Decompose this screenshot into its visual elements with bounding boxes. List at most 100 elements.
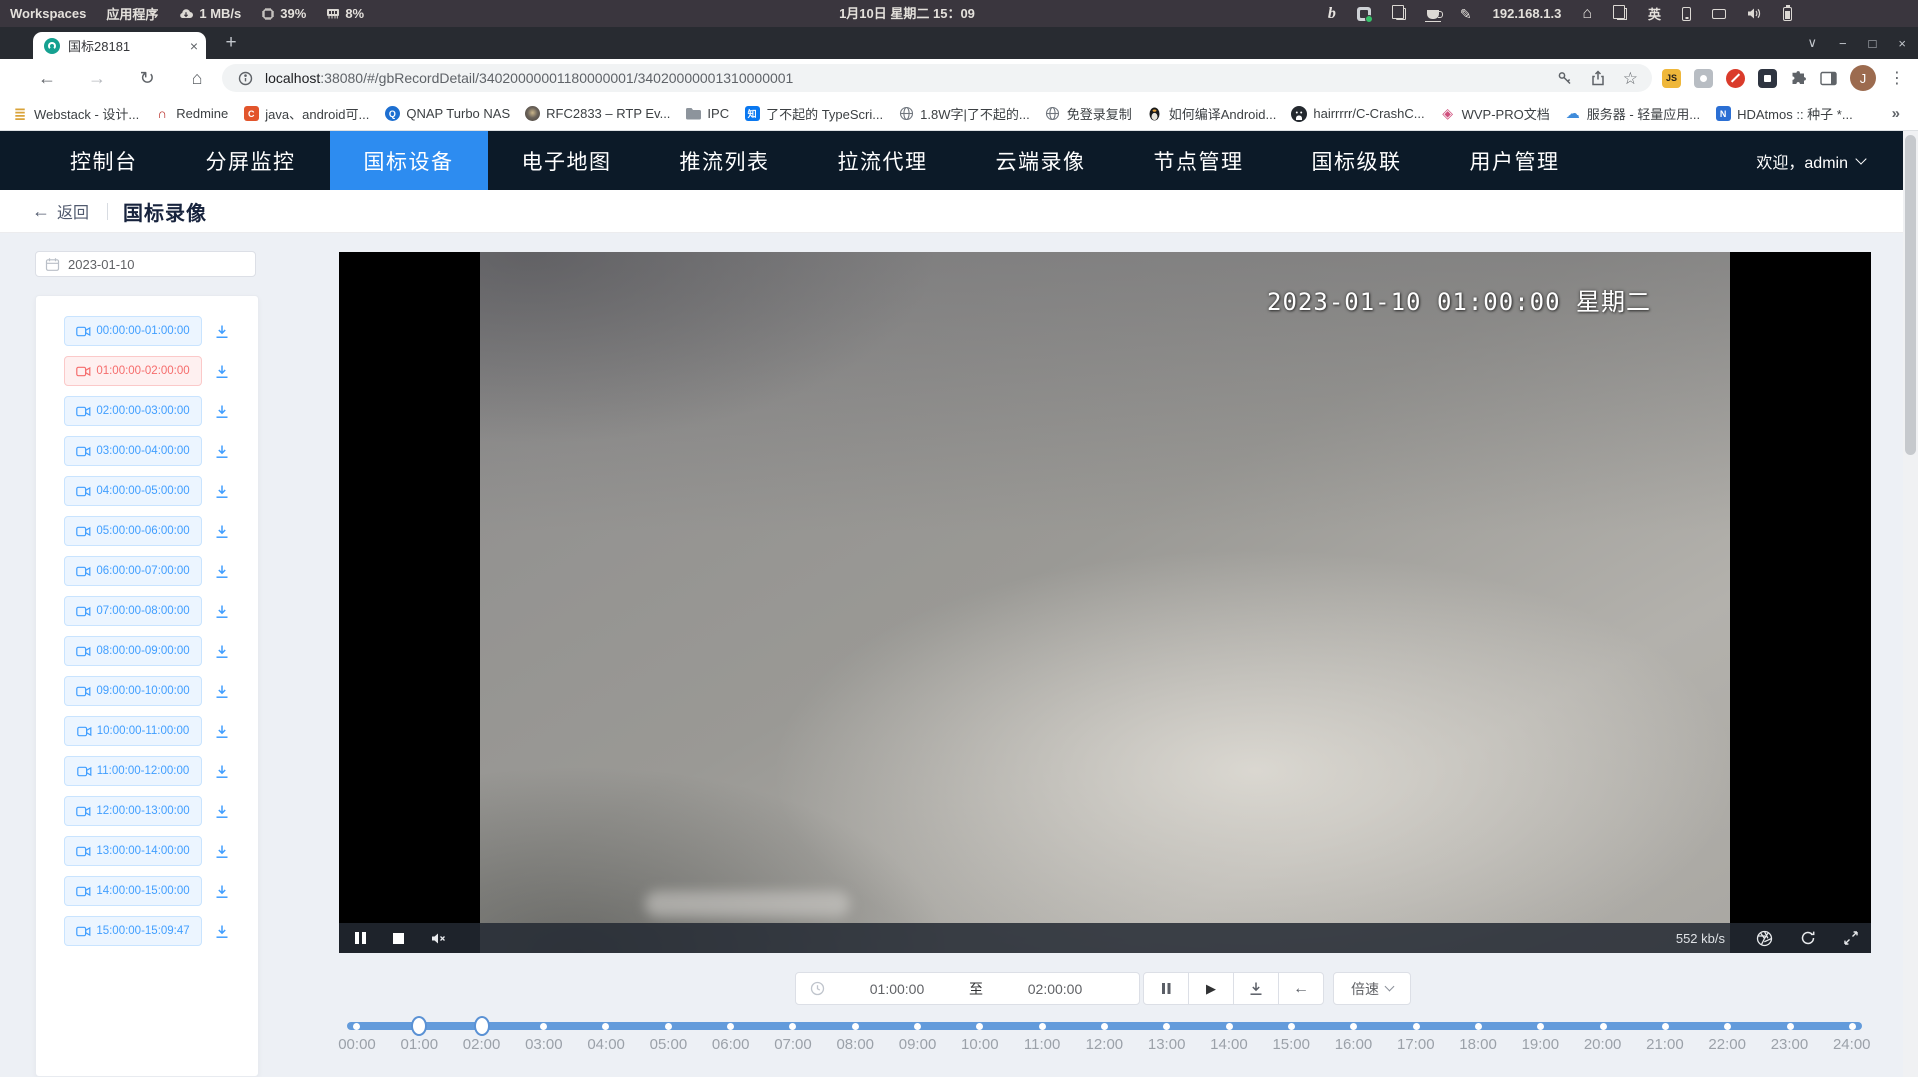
- bookmark-qnap[interactable]: QQNAP Turbo NAS: [384, 106, 510, 122]
- ip-address[interactable]: 192.168.1.3: [1493, 6, 1562, 21]
- bookmark-hdatmos[interactable]: NHDAtmos :: 种子 *...: [1715, 104, 1853, 123]
- recording-range-button[interactable]: 00:00:00-01:00:00: [64, 316, 202, 346]
- recording-range-button[interactable]: 13:00:00-14:00:00: [64, 836, 202, 866]
- nav-item[interactable]: 用户管理: [1436, 131, 1594, 190]
- bookmark-android-build[interactable]: 如何编译Android...: [1147, 104, 1277, 123]
- recording-range-button[interactable]: 07:00:00-08:00:00: [64, 596, 202, 626]
- passwords-key-icon[interactable]: [1557, 70, 1573, 86]
- bookmarks-overflow-icon[interactable]: »: [1892, 105, 1900, 122]
- nav-item[interactable]: 分屏监控: [172, 131, 330, 190]
- nav-item[interactable]: 拉流代理: [804, 131, 962, 190]
- download-icon[interactable]: [214, 884, 230, 899]
- bookmark-wvp-docs[interactable]: ◈WVP-PRO文档: [1440, 104, 1550, 123]
- applications-menu[interactable]: 应用程序: [106, 4, 158, 23]
- recording-range-button[interactable]: 08:00:00-09:00:00: [64, 636, 202, 666]
- browser-home-button[interactable]: ⌂: [188, 69, 206, 87]
- page-scrollbar[interactable]: [1903, 131, 1918, 1077]
- browser-reload-button[interactable]: ↻: [138, 69, 156, 87]
- nav-item[interactable]: 云端录像: [962, 131, 1120, 190]
- browser-back-button[interactable]: ←: [38, 69, 56, 87]
- bookmark-java[interactable]: Cjava、android可...: [243, 104, 369, 123]
- download-icon[interactable]: [214, 444, 230, 459]
- download-icon[interactable]: [214, 604, 230, 619]
- recording-range-button[interactable]: 02:00:00-03:00:00: [64, 396, 202, 426]
- app-window-tray-icon[interactable]: [1357, 7, 1371, 21]
- recording-range-button[interactable]: 11:00:00-12:00:00: [64, 756, 202, 786]
- recording-range-button[interactable]: 01:00:00-02:00:00: [64, 356, 202, 386]
- recording-range-button[interactable]: 12:00:00-13:00:00: [64, 796, 202, 826]
- player-mute-icon[interactable]: [431, 932, 447, 945]
- bookmark-star-icon[interactable]: ☆: [1623, 70, 1638, 87]
- download-icon[interactable]: [214, 644, 230, 659]
- playback-speed-dropdown[interactable]: 倍速: [1333, 972, 1411, 1005]
- browser-forward-button[interactable]: →: [88, 69, 106, 87]
- pause-button[interactable]: [1144, 973, 1189, 1004]
- gray-extension-icon[interactable]: [1694, 69, 1713, 88]
- download-icon[interactable]: [214, 484, 230, 499]
- refresh-icon[interactable]: [1800, 930, 1816, 946]
- download-icon[interactable]: [214, 844, 230, 859]
- scrollbar-thumb[interactable]: [1905, 135, 1916, 455]
- download-icon[interactable]: [214, 924, 230, 939]
- phone-tray-icon[interactable]: [1682, 7, 1691, 21]
- tab-close-icon[interactable]: ×: [190, 39, 198, 53]
- window-maximize-button[interactable]: □: [1869, 36, 1877, 51]
- recording-range-button[interactable]: 04:00:00-05:00:00: [64, 476, 202, 506]
- user-menu[interactable]: 欢迎，admin: [1756, 131, 1865, 190]
- recording-range-button[interactable]: 06:00:00-07:00:00: [64, 556, 202, 586]
- input-language-indicator[interactable]: 英: [1648, 4, 1661, 23]
- end-time-value[interactable]: 02:00:00: [983, 981, 1127, 997]
- window-close-button[interactable]: ×: [1898, 36, 1906, 51]
- side-panel-icon[interactable]: [1820, 71, 1837, 86]
- window-minimize-button[interactable]: −: [1839, 36, 1847, 51]
- recording-range-button[interactable]: 10:00:00-11:00:00: [64, 716, 202, 746]
- bookmark-webstack[interactable]: ≣Webstack - 设计...: [12, 104, 139, 123]
- download-icon[interactable]: [214, 524, 230, 539]
- back-button[interactable]: ← 返回: [32, 199, 89, 223]
- recording-range-button[interactable]: 03:00:00-04:00:00: [64, 436, 202, 466]
- fullscreen-icon[interactable]: [1843, 930, 1859, 946]
- bookmark-rfc2833[interactable]: RFC2833 – RTP Ev...: [525, 106, 670, 121]
- download-button[interactable]: [1234, 973, 1279, 1004]
- recording-range-button[interactable]: 09:00:00-10:00:00: [64, 676, 202, 706]
- seek-back-button[interactable]: ←: [1279, 973, 1323, 1004]
- download-icon[interactable]: [214, 724, 230, 739]
- bing-tray-icon[interactable]: b: [1328, 6, 1336, 22]
- snapshot-aperture-icon[interactable]: [1756, 930, 1773, 947]
- tab-search-icon[interactable]: ∨: [1807, 35, 1817, 51]
- workspaces-tray-icon[interactable]: [1617, 8, 1627, 20]
- extensions-puzzle-icon[interactable]: [1790, 70, 1807, 87]
- nav-item[interactable]: 国标级联: [1278, 131, 1436, 190]
- bookmark-github-crash[interactable]: hairrrrr/C-CrashC...: [1291, 106, 1424, 122]
- site-info-icon[interactable]: [238, 71, 253, 86]
- pen-tray-icon[interactable]: ✎: [1460, 7, 1472, 21]
- nav-item[interactable]: 节点管理: [1120, 131, 1278, 190]
- download-icon[interactable]: [214, 684, 230, 699]
- timeline-handle-start[interactable]: [411, 1016, 427, 1036]
- display-tray-icon[interactable]: [1712, 9, 1726, 19]
- new-tab-button[interactable]: +: [218, 30, 244, 56]
- adblock-extension-icon[interactable]: [1726, 69, 1745, 88]
- bookmark-server[interactable]: ☁服务器 - 轻量应用...: [1565, 104, 1700, 123]
- address-bar[interactable]: localhost:38080/#/gbRecordDetail/3402000…: [222, 64, 1652, 92]
- profile-avatar[interactable]: J: [1850, 65, 1876, 91]
- nav-item[interactable]: 控制台: [36, 131, 172, 190]
- player-pause-button[interactable]: [355, 932, 366, 944]
- download-icon[interactable]: [214, 404, 230, 419]
- download-icon[interactable]: [214, 324, 230, 339]
- bookmark-18w[interactable]: 1.8W字|了不起的...: [898, 104, 1030, 123]
- bookmark-redmine[interactable]: ∩Redmine: [154, 106, 228, 122]
- caffeine-tray-icon[interactable]: [1427, 10, 1439, 19]
- js-extension-icon[interactable]: JS: [1662, 69, 1681, 88]
- browser-menu-icon[interactable]: ⋮: [1889, 68, 1905, 88]
- share-icon[interactable]: [1590, 70, 1606, 86]
- download-icon[interactable]: [214, 804, 230, 819]
- home-tray-icon[interactable]: ⌂: [1582, 6, 1592, 22]
- bookmark-ipc-folder[interactable]: IPC: [685, 106, 729, 122]
- recording-range-button[interactable]: 05:00:00-06:00:00: [64, 516, 202, 546]
- clock[interactable]: 1月10日 星期二 15：09: [812, 0, 1002, 27]
- workspaces-button[interactable]: Workspaces: [10, 6, 86, 21]
- timeline-handle-end[interactable]: [474, 1016, 490, 1036]
- video-player[interactable]: 2023-01-10 01:00:00 星期二 552 kb/s: [339, 252, 1871, 953]
- bookmark-copy-free[interactable]: 免登录复制: [1045, 104, 1132, 123]
